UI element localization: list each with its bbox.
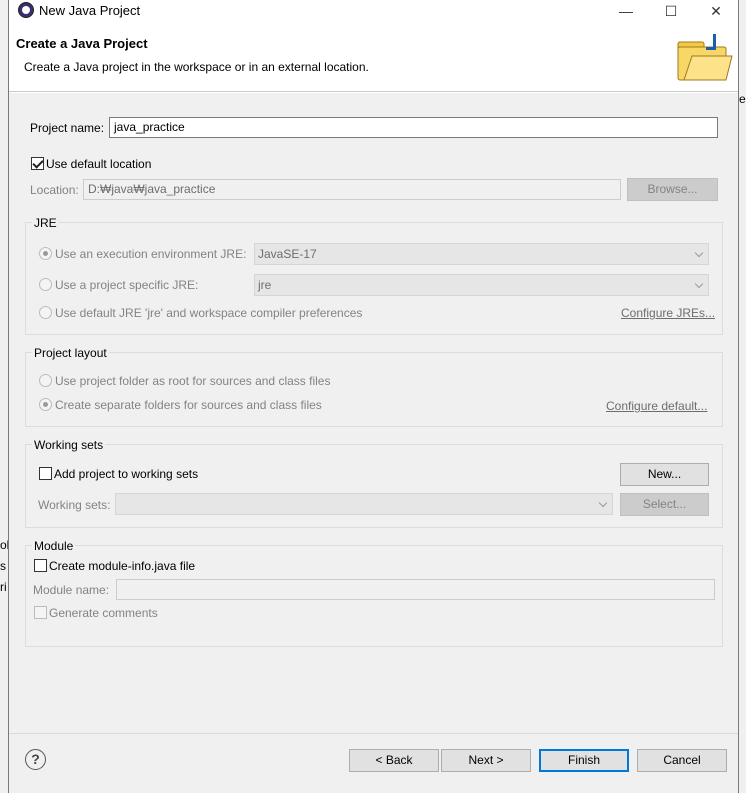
module-group-title: Module bbox=[32, 539, 76, 553]
module-name-label: Module name: bbox=[33, 583, 110, 597]
minimize-button[interactable]: — bbox=[603, 0, 649, 22]
back-button[interactable]: < Back bbox=[349, 749, 439, 772]
close-button[interactable]: ✕ bbox=[693, 0, 739, 22]
add-to-working-sets-checkbox[interactable] bbox=[39, 467, 52, 480]
layout-root-radio[interactable] bbox=[39, 374, 52, 387]
create-module-info-checkbox[interactable] bbox=[34, 559, 47, 572]
jre-project-specific-label: Use a project specific JRE: bbox=[55, 278, 199, 292]
module-name-input[interactable] bbox=[116, 579, 715, 600]
chevron-down-icon bbox=[694, 248, 704, 258]
browse-button[interactable]: Browse... bbox=[627, 178, 718, 201]
jre-group-title: JRE bbox=[32, 216, 59, 230]
chevron-down-icon bbox=[598, 498, 608, 508]
create-module-info-label: Create module-info.java file bbox=[49, 559, 196, 573]
configure-default-link[interactable]: Configure default... bbox=[606, 399, 707, 413]
project-layout-group-title: Project layout bbox=[32, 346, 109, 360]
background-text: ri bbox=[0, 580, 7, 594]
configure-jres-link[interactable]: Configure JREs... bbox=[621, 306, 715, 320]
new-folder-icon bbox=[677, 34, 733, 81]
project-layout-group bbox=[25, 352, 723, 427]
layout-root-label: Use project folder as root for sources a… bbox=[55, 374, 331, 388]
wizard-footer: ? < Back Next > Finish Cancel bbox=[9, 733, 738, 793]
location-input[interactable]: D:₩java₩java_practice bbox=[83, 179, 621, 200]
wizard-description: Create a Java project in the workspace o… bbox=[24, 60, 369, 74]
background-text: e. bbox=[739, 92, 746, 106]
working-sets-select[interactable] bbox=[115, 493, 613, 515]
jre-execution-environment-label: Use an execution environment JRE: bbox=[55, 247, 247, 261]
window-title: New Java Project bbox=[39, 3, 141, 18]
working-sets-group-title: Working sets bbox=[32, 438, 106, 452]
chevron-down-icon bbox=[694, 279, 704, 289]
generate-comments-checkbox[interactable] bbox=[34, 606, 47, 619]
jre-execution-environment-radio[interactable] bbox=[39, 247, 52, 260]
new-java-project-dialog: New Java Project — ☐ ✕ Create a Java Pro… bbox=[8, 0, 739, 793]
title-bar[interactable]: New Java Project — ☐ ✕ bbox=[9, 0, 738, 22]
wizard-header: Create a Java Project Create a Java proj… bbox=[9, 22, 738, 92]
eclipse-icon bbox=[18, 2, 34, 18]
project-specific-jre-select[interactable]: jre bbox=[254, 274, 709, 296]
wizard-title: Create a Java Project bbox=[16, 36, 148, 51]
jre-default-label: Use default JRE 'jre' and workspace comp… bbox=[55, 306, 363, 320]
background-text: s bbox=[0, 559, 6, 573]
maximize-button[interactable]: ☐ bbox=[648, 0, 694, 22]
use-default-location-label: Use default location bbox=[46, 157, 152, 171]
select-working-sets-button[interactable]: Select... bbox=[620, 493, 709, 516]
use-default-location-checkbox[interactable] bbox=[31, 157, 44, 170]
generate-comments-label: Generate comments bbox=[49, 606, 158, 620]
jre-project-specific-radio[interactable] bbox=[39, 278, 52, 291]
layout-separate-radio[interactable] bbox=[39, 398, 52, 411]
project-name-input[interactable]: java_practice bbox=[109, 117, 718, 138]
execution-environment-value: JavaSE-17 bbox=[258, 247, 317, 261]
project-name-label: Project name: bbox=[30, 121, 105, 135]
help-icon[interactable]: ? bbox=[25, 749, 46, 770]
working-sets-label: Working sets: bbox=[38, 498, 111, 512]
location-label: Location: bbox=[30, 183, 79, 197]
working-sets-group bbox=[25, 444, 723, 528]
finish-button[interactable]: Finish bbox=[539, 749, 629, 772]
new-working-set-button[interactable]: New... bbox=[620, 463, 709, 486]
next-button[interactable]: Next > bbox=[441, 749, 531, 772]
project-specific-jre-value: jre bbox=[258, 278, 272, 292]
add-to-working-sets-label: Add project to working sets bbox=[54, 467, 199, 481]
jre-default-radio[interactable] bbox=[39, 306, 52, 319]
cancel-button[interactable]: Cancel bbox=[637, 749, 727, 772]
wizard-body: Project name: java_practice Use default … bbox=[9, 93, 738, 733]
execution-environment-select[interactable]: JavaSE-17 bbox=[254, 243, 709, 265]
layout-separate-label: Create separate folders for sources and … bbox=[55, 398, 322, 412]
